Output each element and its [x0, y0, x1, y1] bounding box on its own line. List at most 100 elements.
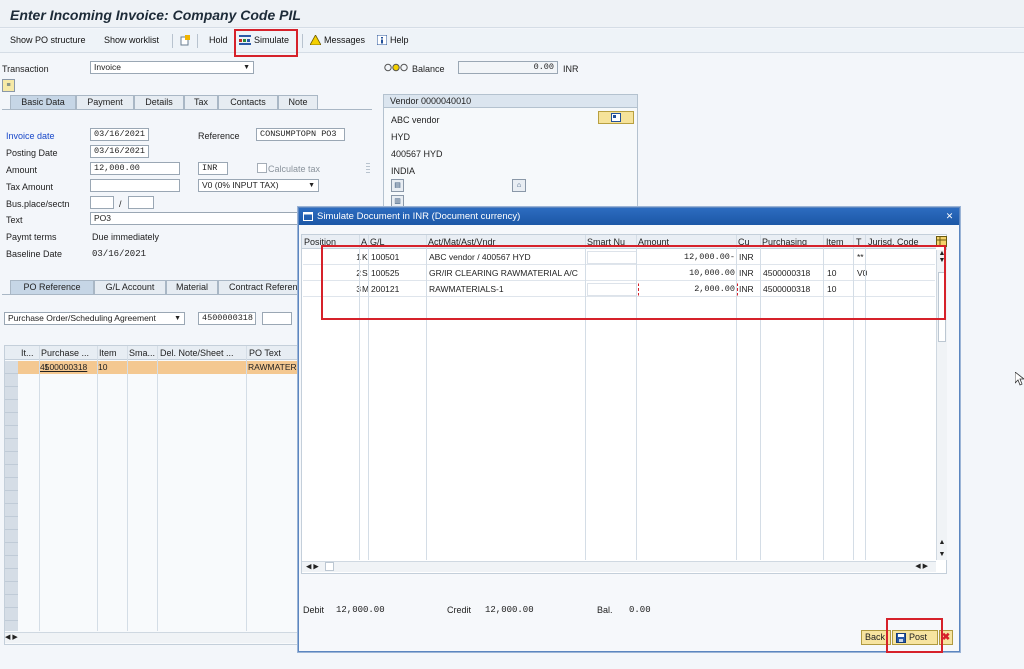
info-icon: [377, 35, 387, 45]
posting-date-field[interactable]: 03/16/2021: [90, 145, 149, 158]
transaction-label: Transaction: [2, 64, 49, 74]
sim-row2-pos: 2: [305, 268, 361, 278]
tab-details[interactable]: Details: [134, 95, 184, 109]
sim-row3-po: 4500000318: [763, 284, 811, 294]
sim-col-position[interactable]: Position: [304, 237, 336, 247]
vendor-detail-button[interactable]: [598, 111, 634, 124]
title-bar: Enter Incoming Invoice: Company Code PIL: [0, 0, 1024, 28]
sim-col-amount[interactable]: Amount: [638, 237, 669, 247]
table-row[interactable]: 2 S 100525 GR/IR CLEARING RAWMATERIAL A/…: [303, 266, 935, 281]
sim-col-jurisd[interactable]: Jurisd. Code: [868, 237, 919, 247]
sim-col-cu[interactable]: Cu: [738, 237, 750, 247]
po-col-del-note[interactable]: Del. Note/Sheet ...: [160, 348, 246, 358]
list-icon[interactable]: ▤: [391, 179, 404, 192]
hold-button[interactable]: Hold: [209, 35, 228, 45]
simulate-grid-hscroll[interactable]: ◀ ▶ ◀ ▶: [302, 561, 936, 572]
layout-button[interactable]: [180, 35, 191, 46]
currency-field[interactable]: INR: [198, 162, 228, 175]
sim-col-vendor[interactable]: Act/Mat/Ast/Vndr: [428, 237, 496, 247]
sim-row2-amount: 10,000.00: [689, 268, 735, 278]
tab-note[interactable]: Note: [278, 95, 318, 109]
grid-line: [157, 346, 158, 631]
splitter-handle[interactable]: [366, 163, 370, 175]
messages-label: Messages: [324, 35, 366, 45]
tab-contacts[interactable]: Contacts: [218, 95, 278, 109]
grid-line: [97, 346, 98, 631]
grid-line: [426, 235, 427, 560]
tab-contract-reference[interactable]: Contract Referen: [218, 280, 300, 294]
grid-settings-icon[interactable]: [936, 236, 947, 248]
sim-row2-item: 10: [827, 268, 837, 278]
simulate-button[interactable]: Simulate: [239, 35, 289, 45]
po-col-po-item[interactable]: Item: [99, 348, 127, 358]
cancel-icon[interactable]: ✖: [939, 630, 953, 645]
amount-field[interactable]: 12,000.00: [90, 162, 180, 175]
close-icon[interactable]: ✕: [944, 211, 955, 222]
po-item-field[interactable]: [262, 312, 292, 325]
po-col-item[interactable]: It...: [21, 348, 39, 358]
sim-row2-desc: GR/IR CLEARING RAWMATERIAL A/C: [429, 268, 578, 278]
post-label: Post: [909, 632, 928, 642]
sim-col-gl[interactable]: G/L: [370, 237, 385, 247]
tax-amount-field[interactable]: [90, 179, 180, 192]
bank-icon[interactable]: ⌂: [512, 179, 526, 192]
transaction-value: Invoice: [94, 62, 121, 72]
text-field[interactable]: PO3: [90, 212, 300, 225]
transaction-select[interactable]: Invoice ▼: [90, 61, 254, 74]
tab-divider: [2, 294, 298, 295]
sim-row1-a: K: [362, 252, 368, 262]
po-row-po-number[interactable]: 4500000318: [40, 362, 87, 372]
calculate-tax-checkbox[interactable]: [257, 163, 267, 173]
table-row[interactable]: 1 K 100501 ABC vendor / 400567 HYD 12,00…: [303, 250, 935, 265]
po-grid: It... Purchase ... Item Sma... Del. Note…: [4, 345, 298, 645]
simulate-icon: [239, 35, 251, 45]
row-selector-column[interactable]: [5, 361, 18, 631]
messages-button[interactable]: Messages: [310, 35, 365, 45]
document-icon[interactable]: ≡: [2, 79, 15, 92]
tab-tax[interactable]: Tax: [184, 95, 218, 109]
toolbar-separator: [172, 34, 173, 48]
reference-field[interactable]: CONSUMPTOPN PO3: [256, 128, 345, 141]
po-row-text: RAWMATER: [248, 362, 297, 372]
grid-line: [853, 235, 854, 560]
paymt-terms-value: Due immediately: [92, 232, 160, 242]
sim-col-smart[interactable]: Smart Nu: [587, 237, 625, 247]
tab-material[interactable]: Material: [166, 280, 218, 294]
grid-line: [865, 235, 866, 560]
help-button[interactable]: Help: [377, 35, 409, 45]
po-grid-hscroll[interactable]: ◀ ▶: [5, 632, 297, 643]
posting-date-label: Posting Date: [6, 148, 58, 158]
po-col-po-text[interactable]: PO Text: [249, 348, 297, 358]
invoice-date-field[interactable]: 03/16/2021: [90, 128, 149, 141]
vendor-postal: 400567 HYD: [391, 149, 443, 159]
sim-col-item[interactable]: Item: [826, 237, 844, 247]
show-worklist-button[interactable]: Show worklist: [104, 35, 159, 45]
back-button[interactable]: Back: [861, 630, 891, 645]
po-col-purchase[interactable]: Purchase ...: [41, 348, 97, 358]
tab-payment[interactable]: Payment: [76, 95, 134, 109]
tab-gl-account[interactable]: G/L Account: [94, 280, 166, 294]
bus-place-field[interactable]: [90, 196, 114, 209]
show-po-structure-button[interactable]: Show PO structure: [10, 35, 86, 45]
po-col-sma[interactable]: Sma...: [129, 348, 159, 358]
po-doc-type-select[interactable]: Purchase Order/Scheduling Agreement ▼: [4, 312, 185, 325]
save-icon: [896, 632, 906, 643]
table-row[interactable]: 3 M 200121 RAWMATERIALS-1 2,000.00 INR 4…: [303, 282, 935, 297]
sim-row1-smart-input[interactable]: [587, 251, 637, 264]
tab-po-reference[interactable]: PO Reference: [10, 280, 94, 294]
toolbar: Show PO structure Show worklist Hold Sim…: [0, 29, 1024, 53]
sim-col-a[interactable]: A: [361, 237, 367, 247]
post-button[interactable]: Post: [892, 630, 938, 645]
po-number-field[interactable]: 4500000318: [198, 312, 256, 325]
tax-code-select[interactable]: V0 (0% INPUT TAX) ▼: [198, 179, 319, 192]
sim-col-t[interactable]: T: [856, 237, 862, 247]
sim-row2-gl: 100525: [371, 268, 400, 278]
sim-row3-smart-input[interactable]: [587, 283, 637, 296]
section-field[interactable]: [128, 196, 154, 209]
sim-row3-amount[interactable]: 2,000.00: [639, 284, 735, 294]
tab-basic-data[interactable]: Basic Data: [10, 95, 76, 109]
simulate-grid-header: Position A G/L Act/Mat/Ast/Vndr Smart Nu…: [302, 235, 936, 249]
sim-row1-pos: 1: [305, 252, 361, 262]
sim-col-purchasing[interactable]: Purchasing: [762, 237, 807, 247]
simulate-grid-vscroll[interactable]: ▲ ▼ ▲ ▼: [936, 250, 947, 560]
